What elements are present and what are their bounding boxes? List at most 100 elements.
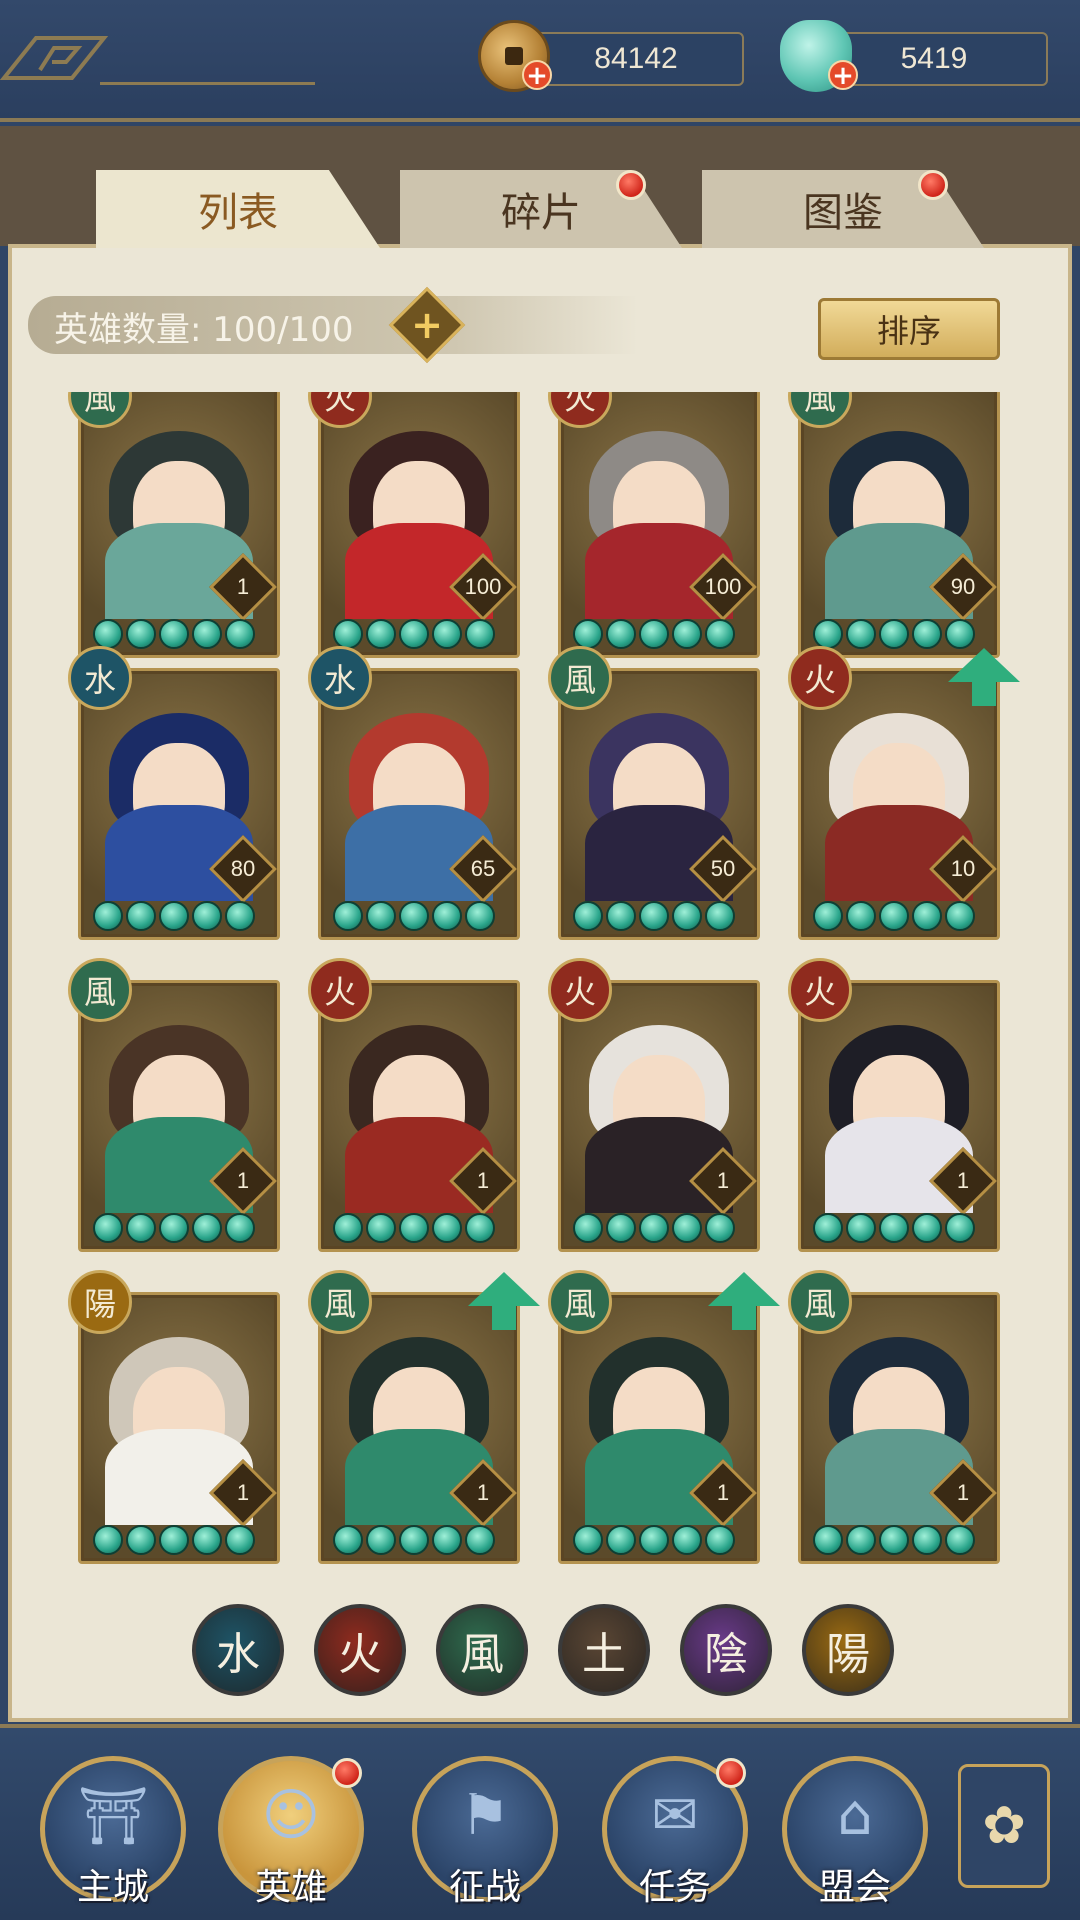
jade-star-icon: [879, 1213, 909, 1243]
hero-level: 80: [230, 856, 256, 881]
hero-level: 1: [236, 574, 250, 599]
jade-star-icon: [945, 1525, 975, 1555]
jade-star-icon: [333, 901, 363, 931]
jade-star-icon: [606, 901, 636, 931]
jade-star-icon: [399, 1213, 429, 1243]
hero-star-row: [813, 901, 975, 931]
jade-star-icon: [912, 619, 942, 649]
jade-star-icon: [225, 901, 255, 931]
hero-star-row: [813, 619, 975, 649]
jade-star-icon: [159, 619, 189, 649]
jade-star-icon: [813, 901, 843, 931]
hero-level: 1: [956, 1168, 970, 1193]
jade-star-icon: [672, 619, 702, 649]
jade-star-icon: [192, 619, 222, 649]
jade-star-icon: [813, 1213, 843, 1243]
plus-icon: +: [411, 303, 443, 347]
jade-star-icon: [573, 1213, 603, 1243]
hero-card[interactable]: 100: [318, 392, 520, 658]
hero-level: 1: [716, 1480, 730, 1505]
jade-star-icon: [432, 1213, 462, 1243]
hero-level: 1: [956, 1480, 970, 1505]
tab-codex-label: 图鉴: [803, 190, 883, 236]
jade-star-icon: [465, 901, 495, 931]
jade-star-icon: [573, 619, 603, 649]
jade-star-icon: [465, 619, 495, 649]
hero-level: 1: [236, 1480, 250, 1505]
jade-star-icon: [366, 901, 396, 931]
sort-button[interactable]: 排序: [818, 298, 1000, 360]
hero-card[interactable]: 1: [78, 392, 280, 658]
hero-level: 65: [470, 856, 496, 881]
more-menu-button[interactable]: ✿: [958, 1764, 1050, 1888]
jade-star-icon: [432, 619, 462, 649]
hero-card[interactable]: 90: [798, 392, 1000, 658]
hero-star-row: [93, 1213, 255, 1243]
back-emblem-icon[interactable]: [0, 30, 110, 86]
hero-card[interactable]: 100: [558, 392, 760, 658]
jade-star-icon: [399, 901, 429, 931]
jade-star-icon: [846, 1213, 876, 1243]
jade-star-icon: [333, 1213, 363, 1243]
jade-star-icon: [606, 1213, 636, 1243]
hero-star-row: [333, 1525, 495, 1555]
jade-star-icon: [846, 901, 876, 931]
hero-element-badge: 水: [68, 646, 132, 710]
hero-portrait-icon: ☺: [261, 1783, 321, 1848]
jade-star-icon: [192, 1213, 222, 1243]
tab-list-label: 列表: [198, 190, 278, 236]
jade-star-icon: [672, 1213, 702, 1243]
jade-star-icon: [912, 1525, 942, 1555]
hero-element-badge: 火: [548, 958, 612, 1022]
hero-star-row: [573, 1525, 735, 1555]
hero-star-row: [333, 1213, 495, 1243]
jade-star-icon: [672, 901, 702, 931]
jade-star-icon: [366, 1525, 396, 1555]
add-coins-icon[interactable]: +: [522, 60, 552, 90]
jade-star-icon: [672, 1525, 702, 1555]
hero-star-row: [573, 901, 735, 931]
jade-star-icon: [639, 619, 669, 649]
element-filter-button[interactable]: 陰: [680, 1604, 772, 1696]
coin-balance: 84142: [528, 32, 744, 86]
element-filter-button[interactable]: 風: [436, 1604, 528, 1696]
jade-star-icon: [126, 1213, 156, 1243]
nav-notification-dot: [716, 1758, 746, 1788]
jade-star-icon: [225, 619, 255, 649]
coin-value: 84142: [594, 42, 678, 75]
jade-star-icon: [573, 901, 603, 931]
hero-level: 100: [464, 574, 502, 599]
hero-star-row: [333, 619, 495, 649]
hero-element-badge: 火: [788, 958, 852, 1022]
jade-star-icon: [159, 901, 189, 931]
jade-star-icon: [126, 901, 156, 931]
jade-star-icon: [639, 901, 669, 931]
hero-element-badge: 火: [788, 646, 852, 710]
jade-star-icon: [399, 619, 429, 649]
hero-level: 1: [716, 1168, 730, 1193]
add-jade-icon[interactable]: +: [828, 60, 858, 90]
alliance-hall-icon: ⌂: [837, 1783, 873, 1848]
hero-element-badge: 陽: [68, 1270, 132, 1334]
upgrade-arrow-icon: [708, 1272, 780, 1330]
jade-star-icon: [192, 901, 222, 931]
hero-grid[interactable]: 1 風 100 火 100 火 90 風 80 水 65 水 50 風 10 火 1 風 1 火 1 火 1 火 1 陽 1 風 1 風 1…: [60, 392, 1020, 1570]
hero-level: 90: [950, 574, 976, 599]
hero-level: 1: [236, 1168, 250, 1193]
element-filter-button[interactable]: 水: [192, 1604, 284, 1696]
city-gate-icon: ⛩: [77, 1784, 149, 1849]
element-filter-button[interactable]: 土: [558, 1604, 650, 1696]
jade-star-icon: [639, 1525, 669, 1555]
element-filter-button[interactable]: 火: [314, 1604, 406, 1696]
jade-star-icon: [879, 1525, 909, 1555]
jade-star-icon: [93, 1525, 123, 1555]
hero-level: 1: [476, 1480, 490, 1505]
jade-star-icon: [126, 1525, 156, 1555]
jade-star-icon: [846, 619, 876, 649]
hero-element-badge: 水: [308, 646, 372, 710]
element-filter-button[interactable]: 陽: [802, 1604, 894, 1696]
hero-star-row: [813, 1525, 975, 1555]
jade-star-icon: [333, 1525, 363, 1555]
jade-star-icon: [846, 1525, 876, 1555]
hero-star-row: [93, 1525, 255, 1555]
